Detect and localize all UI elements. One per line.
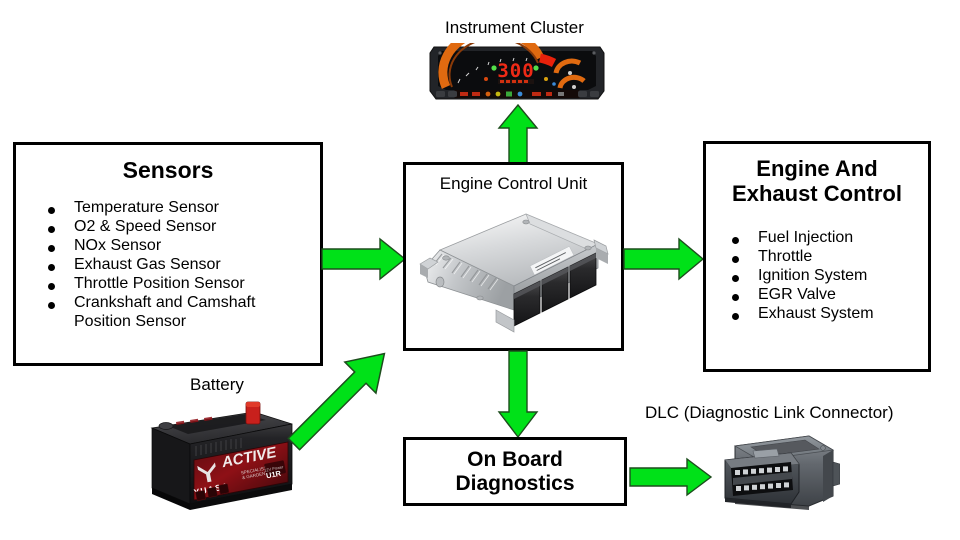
arrow-ecu-to-obd <box>497 350 539 439</box>
engine-box-title: Engine And Exhaust Control <box>706 156 928 207</box>
diagram-canvas: Instrument Cluster 300 Sensors Temperatu… <box>0 0 960 540</box>
list-item: Throttle <box>724 248 928 266</box>
engine-outputs-list: Fuel Injection Throttle Ignition System … <box>706 229 928 323</box>
obd-box-title: On Board Diagnostics <box>406 448 624 496</box>
instrument-cluster-label: Instrument Cluster <box>445 18 584 37</box>
obd-box-title-line1: On Board <box>467 448 563 471</box>
list-item: Throttle Position Sensor <box>40 275 320 293</box>
list-item: Ignition System <box>724 267 928 285</box>
engine-control-unit-photo <box>418 206 610 339</box>
arrow-obd-to-dlc <box>629 457 713 497</box>
engine-exhaust-control-box: Engine And Exhaust Control Fuel Injectio… <box>703 141 931 372</box>
dlc-label: DLC (Diagnostic Link Connector) <box>645 403 894 422</box>
engine-box-title-line1: Engine And <box>756 156 878 181</box>
car-battery-photo: ACTIVE SPECIALIST & GARDEN YUASA 12V Pow… <box>146 398 296 516</box>
engine-box-title-line2: Exhaust Control <box>732 181 902 207</box>
arrow-sensors-to-ecu <box>321 237 407 281</box>
cluster-readout-text: 300 <box>497 60 534 82</box>
list-item: Exhaust Gas Sensor <box>40 256 320 274</box>
list-item: Fuel Injection <box>724 229 928 247</box>
list-item: EGR Valve <box>724 286 928 304</box>
instrument-cluster-photo: 300 <box>428 26 606 103</box>
list-item: Crankshaft and Camshaft <box>40 294 320 312</box>
sensors-box-title: Sensors <box>122 157 214 183</box>
ecu-box-title: Engine Control Unit <box>439 174 588 193</box>
list-item: Temperature Sensor <box>40 199 320 217</box>
battery-label: Battery <box>190 375 244 394</box>
sensors-list: Temperature Sensor O2 & Speed Sensor NOx… <box>16 199 320 331</box>
on-board-diagnostics-box: On Board Diagnostics <box>403 437 627 506</box>
obd2-connector-photo <box>705 428 841 523</box>
list-item-continuation: Position Sensor <box>74 313 187 331</box>
list-item: NOx Sensor <box>40 237 320 255</box>
arrow-ecu-to-engine <box>623 237 705 281</box>
arrow-battery-to-ecu <box>276 330 408 462</box>
list-item: Exhaust System <box>724 305 928 323</box>
arrow-ecu-to-cluster <box>497 103 539 164</box>
obd-box-title-line2: Diagnostics <box>455 472 575 496</box>
list-item: O2 & Speed Sensor <box>40 218 320 236</box>
